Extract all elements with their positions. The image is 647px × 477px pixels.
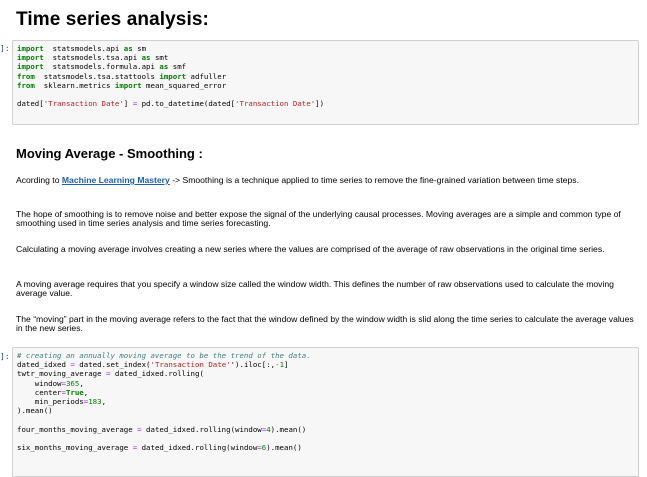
paragraph-3: Calculating a moving average involves cr… bbox=[16, 244, 605, 254]
code-token: 365 bbox=[65, 378, 80, 388]
code-token: dated_idxed bbox=[17, 360, 71, 370]
code-line: import statsmodels.api as sm bbox=[17, 44, 634, 53]
code-token: import bbox=[17, 62, 44, 72]
code-token: ] bbox=[284, 360, 289, 370]
code-token: from bbox=[17, 71, 35, 81]
code-token: ).mean() bbox=[17, 406, 53, 416]
cell-prompt: ]: bbox=[0, 44, 10, 53]
code-token: ]) bbox=[315, 99, 325, 109]
code-token: dated_idxed.rolling( bbox=[110, 369, 204, 379]
code-token: 183 bbox=[88, 396, 102, 406]
code-token: statsmodels.tsa.api bbox=[43, 53, 142, 63]
code-token: 'Transaction Date' bbox=[150, 360, 231, 370]
code-token: ').iloc[:, bbox=[230, 360, 276, 370]
code-token: import bbox=[159, 71, 187, 81]
code-line: import statsmodels.formula.api as smf bbox=[17, 62, 634, 71]
code-cell-imports[interactable]: import statsmodels.api as sm import stats… bbox=[12, 40, 639, 125]
code-line: ).mean() bbox=[17, 406, 634, 415]
code-token: import bbox=[114, 80, 142, 90]
code-token: six_months_moving_average bbox=[17, 442, 133, 452]
machine-learning-mastery-link[interactable]: Machine Learning Mastery bbox=[62, 175, 170, 185]
paragraph-2: The hope of smoothing is to remove noise… bbox=[16, 209, 621, 229]
code-token: ).mean() bbox=[270, 424, 307, 434]
paragraph-1-suffix: -> Smoothing is a technique applied to t… bbox=[169, 175, 579, 185]
code-token: mean_squared_error bbox=[141, 80, 227, 90]
code-token: sklearn.metrics bbox=[34, 80, 115, 90]
code-token: dated_idxed.rolling(window bbox=[141, 424, 262, 434]
code-token: dated.set_index( bbox=[74, 360, 151, 370]
code-token: , bbox=[101, 396, 107, 406]
page-title: Time series analysis: bbox=[16, 9, 209, 30]
code-token: smt bbox=[150, 53, 169, 63]
paragraph-4: A moving average requires that you speci… bbox=[16, 279, 614, 299]
code-token: adfuller bbox=[186, 71, 227, 81]
code-line: center=True, bbox=[17, 388, 634, 397]
code-token: statsmodels.api bbox=[43, 44, 124, 53]
section-heading: Moving Average - Smoothing : bbox=[16, 146, 203, 161]
code-token: True bbox=[65, 387, 84, 397]
code-token: , bbox=[79, 378, 84, 388]
code-cell-moving-average[interactable]: # creating an annually moving average to… bbox=[12, 347, 639, 477]
paragraph-1-prefix: Acording to bbox=[16, 175, 62, 185]
code-line: import statsmodels.tsa.api as smt bbox=[17, 53, 634, 62]
code-token: twtr_moving_average bbox=[17, 369, 106, 379]
code-token: ).mean() bbox=[266, 442, 302, 452]
code-line: from statsmodels.tsa.stattools import ad… bbox=[17, 72, 634, 81]
code-line: min_periods=183, bbox=[17, 397, 634, 406]
paragraph-5: The “moving” part in the moving average … bbox=[16, 314, 634, 334]
code-line: dated['Transaction Date'] = pd.to_dateti… bbox=[17, 99, 634, 108]
code-token: statsmodels.tsa.stattools bbox=[34, 71, 160, 81]
code-token: as bbox=[159, 62, 169, 72]
code-token: pd.to_datetime(dated[ bbox=[137, 99, 236, 109]
code-token: 'Transaction Date' bbox=[235, 99, 316, 109]
code-token: dated[ bbox=[17, 99, 44, 109]
code-token: as bbox=[123, 44, 133, 53]
code-token: import bbox=[17, 44, 44, 53]
code-token: as bbox=[141, 53, 151, 63]
paragraph-1: Acording to Machine Learning Mastery -> … bbox=[16, 175, 636, 185]
code-line: from sklearn.metrics import mean_squared… bbox=[17, 81, 634, 90]
code-token: dated_idxed.rolling(window bbox=[137, 442, 258, 452]
code-token: statsmodels.formula.api bbox=[43, 62, 160, 72]
code-line: dated_idxed = dated.set_index('Transacti… bbox=[17, 360, 634, 369]
code-token: , bbox=[83, 387, 89, 397]
code-token: sm bbox=[132, 44, 147, 53]
code-line: twtr_moving_average = dated_idxed.rollin… bbox=[17, 369, 634, 378]
code-token: min_periods bbox=[17, 396, 84, 406]
code-token: 'Transaction Date' bbox=[43, 99, 124, 109]
code-line: four_months_moving_average = dated_idxed… bbox=[17, 425, 634, 434]
code-token: four_months_moving_average bbox=[17, 424, 138, 434]
code-line: window=365, bbox=[17, 379, 634, 388]
code-token: # creating an annually moving average to… bbox=[17, 351, 311, 360]
code-token: ] bbox=[123, 99, 133, 109]
code-token: import bbox=[17, 53, 44, 63]
code-token: window bbox=[17, 378, 62, 388]
code-token: from bbox=[17, 80, 35, 90]
code-token: center bbox=[17, 387, 62, 397]
code-token: smf bbox=[168, 62, 187, 72]
code-line: # creating an annually moving average to… bbox=[17, 351, 634, 360]
code-line: six_months_moving_average = dated_idxed.… bbox=[17, 443, 634, 452]
cell-prompt: ]: bbox=[0, 352, 10, 361]
